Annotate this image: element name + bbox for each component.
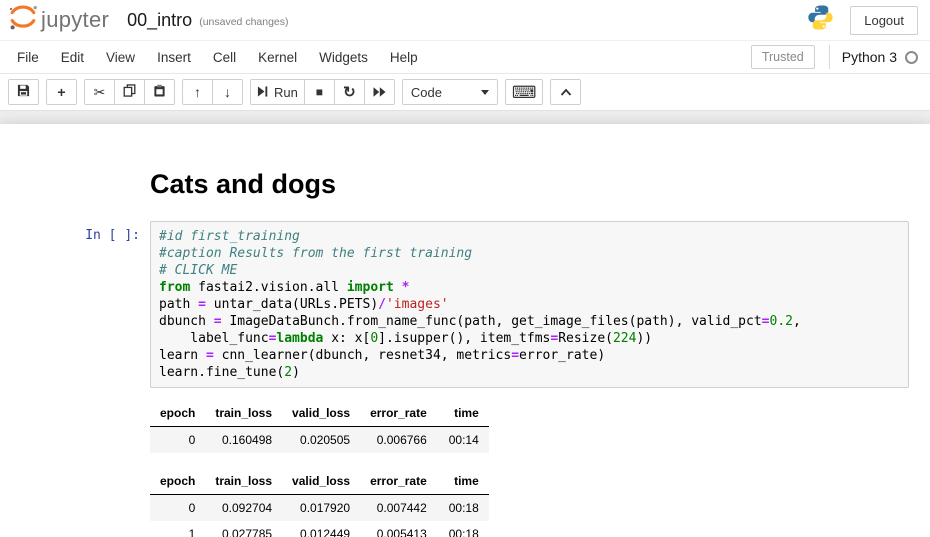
code-input-area[interactable]: #id first_training#caption Results from … — [150, 221, 909, 388]
kernel-name: Python 3 — [842, 49, 897, 65]
cell-type-value: Code — [411, 85, 442, 100]
move-cell-up-button[interactable]: ↑ — [182, 79, 213, 105]
table-header: error_rate — [360, 400, 437, 427]
cell-type-select[interactable]: Code — [402, 79, 498, 105]
run-label: Run — [274, 85, 298, 100]
keyboard-icon: ⌨ — [512, 84, 537, 101]
markdown-prompt — [0, 170, 150, 200]
menu-item-widgets[interactable]: Widgets — [308, 42, 379, 73]
copy-button[interactable] — [114, 79, 145, 105]
menu-item-insert[interactable]: Insert — [146, 42, 202, 73]
copy-icon — [123, 84, 136, 100]
menu-item-file[interactable]: File — [6, 42, 50, 73]
plus-icon: + — [57, 85, 65, 99]
run-icon — [257, 84, 268, 100]
chevron-down-icon — [481, 90, 489, 95]
header: jupyter 00_intro (unsaved changes) Logou… — [0, 0, 930, 41]
trusted-badge[interactable]: Trusted — [751, 45, 815, 69]
arrow-up-icon: ↑ — [194, 85, 201, 99]
output-area: epochtrain_lossvalid_losserror_ratetime0… — [150, 400, 930, 537]
table-header: train_loss — [205, 400, 282, 427]
move-cell-down-button[interactable]: ↓ — [212, 79, 243, 105]
stop-icon: ■ — [316, 86, 323, 98]
table-header: valid_loss — [282, 400, 360, 427]
python-logo-icon — [807, 4, 834, 36]
table-header: epoch — [150, 468, 205, 495]
run-button[interactable]: Run — [250, 79, 305, 105]
jupyter-logo-icon — [8, 4, 38, 36]
notebook-site: Cats and dogs In [ ]: #id first_training… — [0, 111, 930, 537]
jupyter-logo[interactable]: jupyter — [8, 4, 109, 36]
save-button[interactable] — [8, 79, 39, 105]
kernel-indicator: Python 3 — [829, 45, 918, 69]
code-editor[interactable]: #id first_training#caption Results from … — [159, 228, 900, 381]
menu-item-kernel[interactable]: Kernel — [247, 42, 308, 73]
menu-item-view[interactable]: View — [95, 42, 146, 73]
markdown-cell[interactable]: Cats and dogs — [0, 170, 930, 200]
table-header: error_rate — [360, 468, 437, 495]
table-header: valid_loss — [282, 468, 360, 495]
restart-kernel-button[interactable]: ↻ — [334, 79, 365, 105]
chevron-up-icon — [560, 84, 572, 100]
notebook-container: Cats and dogs In [ ]: #id first_training… — [0, 124, 930, 537]
menu-item-cell[interactable]: Cell — [202, 42, 247, 73]
table-row: 00.0927040.0179200.00744200:18 — [150, 494, 489, 521]
restart-run-all-button[interactable] — [364, 79, 395, 105]
markdown-heading: Cats and dogs — [150, 170, 336, 200]
interrupt-kernel-button[interactable]: ■ — [304, 79, 335, 105]
table-header: train_loss — [205, 468, 282, 495]
paste-icon — [153, 84, 166, 100]
menubar-items: FileEditViewInsertCellKernelWidgetsHelp — [6, 42, 429, 73]
kernel-status-icon — [905, 51, 918, 64]
restart-icon: ↻ — [343, 85, 356, 100]
table-header: epoch — [150, 400, 205, 427]
table-row: 10.0277850.0124490.00541300:18 — [150, 521, 489, 537]
logout-button[interactable]: Logout — [850, 6, 918, 35]
chevron-up-button[interactable] — [550, 79, 581, 105]
menu-item-edit[interactable]: Edit — [50, 42, 95, 73]
input-prompt: In [ ]: — [0, 221, 150, 388]
notebook-title[interactable]: 00_intro — [127, 10, 192, 31]
menu-item-help[interactable]: Help — [379, 42, 429, 73]
command-palette-button[interactable]: ⌨ — [505, 79, 544, 105]
cut-button[interactable]: ✂ — [84, 79, 115, 105]
scissors-icon: ✂ — [94, 85, 106, 99]
paste-button[interactable] — [144, 79, 175, 105]
table-row: 00.1604980.0205050.00676600:14 — [150, 426, 489, 453]
table-header: time — [437, 468, 489, 495]
fast-forward-icon — [373, 84, 386, 100]
code-cell[interactable]: In [ ]: #id first_training#caption Resul… — [0, 221, 930, 388]
menubar: FileEditViewInsertCellKernelWidgetsHelp … — [0, 41, 930, 74]
add-cell-button[interactable]: + — [46, 79, 77, 105]
toolbar: + ✂ ↑ ↓ Run ■ — [0, 74, 930, 111]
training-table: epochtrain_lossvalid_losserror_ratetime0… — [150, 468, 930, 537]
autosave-status: (unsaved changes) — [199, 12, 288, 28]
table-header: time — [437, 400, 489, 427]
arrow-down-icon: ↓ — [224, 85, 231, 99]
jupyter-logo-text: jupyter — [41, 7, 109, 33]
training-table: epochtrain_lossvalid_losserror_ratetime0… — [150, 400, 930, 453]
save-icon — [17, 84, 30, 100]
